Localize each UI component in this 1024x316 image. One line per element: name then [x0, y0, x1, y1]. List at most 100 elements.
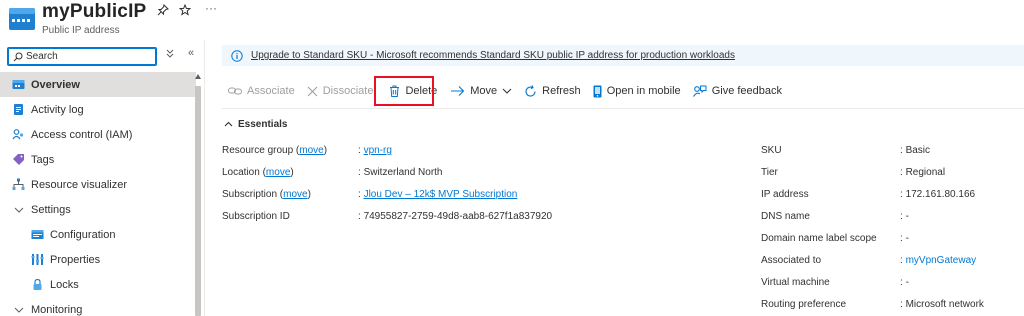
essentials-label: Location — [222, 167, 260, 178]
sidebar-item-label: Resource visualizer — [31, 178, 127, 191]
collapse-sidebar-button[interactable]: « — [188, 47, 194, 59]
scroll-up-arrow-icon[interactable] — [195, 74, 201, 79]
sidebar-item-activity-log[interactable]: Activity log — [0, 97, 196, 122]
search-icon — [13, 52, 23, 61]
upgrade-sku-link[interactable]: Upgrade to Standard SKU - Microsoft reco… — [251, 50, 735, 61]
essentials-toggle[interactable]: Essentials — [224, 119, 287, 130]
move-location-link[interactable]: move — [266, 167, 290, 178]
value-text: - — [905, 211, 909, 222]
mobile-icon — [593, 85, 602, 97]
routing-preference-value: : Microsoft network — [900, 299, 984, 310]
essentials-value-subscription-id: : 74955827-2759-49d8-aab8-627f1a837920 — [358, 211, 553, 222]
refresh-button[interactable]: Refresh — [518, 78, 587, 104]
essentials-value-resource-group: : vpn-rg — [358, 145, 392, 156]
essentials-label: Virtual machine — [761, 277, 830, 288]
sidebar-item-label: Activity log — [31, 103, 84, 116]
open-in-mobile-label: Open in mobile — [606, 85, 681, 97]
essentials-label: DNS name — [761, 211, 810, 222]
sidebar-item-overview[interactable]: Overview — [0, 72, 196, 97]
delete-highlight-box — [374, 76, 434, 106]
essentials-label: Routing preference — [761, 299, 847, 310]
info-icon — [231, 49, 243, 62]
move-button[interactable]: Move — [445, 78, 518, 104]
give-feedback-button[interactable]: Give feedback — [687, 78, 788, 104]
configuration-icon — [31, 228, 44, 241]
public-ip-resource-icon — [8, 5, 36, 33]
dissociate-button[interactable]: Dissociate — [301, 78, 380, 104]
refresh-icon — [525, 84, 536, 97]
sku-value: : Basic — [900, 145, 931, 156]
sidebar-group-monitoring[interactable]: Monitoring — [0, 297, 196, 316]
value-text: Regional — [905, 167, 946, 178]
move-label: Move — [470, 85, 498, 97]
essentials-label: Subscription — [222, 189, 278, 200]
page-subtitle: Public IP address — [42, 25, 120, 36]
essentials-label: Subscription ID — [222, 211, 290, 222]
activity-log-icon — [12, 103, 25, 116]
sidebar-item-label: Access control (IAM) — [31, 128, 133, 141]
sidebar-item-label: Tags — [31, 153, 55, 166]
link-icon — [228, 87, 242, 95]
associate-button[interactable]: Associate — [222, 78, 301, 104]
ip-address-value: : 172.161.80.166 — [900, 189, 976, 200]
lock-icon — [31, 278, 44, 291]
sidebar-item-label: Properties — [50, 253, 101, 266]
sidebar-item-configuration[interactable]: Configuration — [0, 222, 196, 247]
feedback-icon — [692, 85, 707, 97]
chevron-down-icon — [502, 88, 512, 94]
sidebar-divider — [204, 40, 205, 316]
domain-label-scope-value: : - — [900, 233, 909, 244]
sidebar-item-label: Configuration — [50, 228, 116, 241]
search-box[interactable] — [7, 47, 157, 66]
search-input[interactable] — [26, 51, 146, 62]
sidebar-item-resource-visualizer[interactable]: Resource visualizer — [0, 172, 196, 197]
sidebar-item-locks[interactable]: Locks — [0, 272, 196, 297]
overview-icon — [12, 78, 25, 91]
essentials-row-resource-group: Resource group (move) — [222, 145, 328, 156]
sidebar-item-properties[interactable]: Properties — [0, 247, 196, 272]
chevron-up-icon — [224, 121, 233, 127]
access-control-icon — [12, 128, 25, 141]
scrollbar-thumb[interactable] — [195, 86, 201, 316]
more-actions-button[interactable]: ··· — [205, 1, 217, 15]
pin-icon[interactable] — [157, 4, 169, 16]
essentials-row-subscription: Subscription (move) — [222, 189, 311, 200]
essentials-label: Tier — [761, 167, 778, 178]
subscription-link[interactable]: Jlou Dev – 12k$ MVP Subscription — [364, 189, 518, 200]
associate-label: Associate — [247, 85, 295, 97]
sidebar-item-label: Overview — [31, 78, 80, 91]
associated-to-value: : myVpnGateway — [900, 255, 977, 266]
arrow-right-icon — [451, 86, 465, 96]
essentials-title: Essentials — [238, 119, 288, 130]
value-text: Basic — [905, 145, 931, 156]
sidebar-item-tags[interactable]: Tags — [0, 147, 196, 172]
open-in-mobile-button[interactable]: Open in mobile — [587, 78, 687, 104]
command-bar: Associate Dissociate Delete Move Refresh… — [222, 78, 788, 104]
sidebar-group-settings[interactable]: Settings — [0, 197, 196, 222]
move-resource-group-link[interactable]: move — [299, 145, 323, 156]
sidebar-nav: Overview Activity log Access control (IA… — [0, 72, 196, 316]
close-icon — [307, 86, 318, 96]
move-subscription-link[interactable]: move — [283, 189, 307, 200]
sidebar-item-label: Locks — [50, 278, 79, 291]
resource-group-link[interactable]: vpn-rg — [364, 145, 392, 156]
chevron-down-icon — [12, 203, 25, 216]
expand-sidebar-button[interactable] — [166, 49, 174, 62]
resource-visualizer-icon — [12, 178, 25, 191]
associated-to-link[interactable]: myVpnGateway — [906, 255, 977, 266]
properties-icon — [31, 253, 44, 266]
sidebar-item-access-control[interactable]: Access control (IAM) — [0, 122, 196, 147]
value-text: Microsoft network — [905, 299, 984, 310]
sidebar-item-label: Settings — [31, 203, 71, 216]
subscription-id-value: 74955827-2759-49d8-aab8-627f1a837920 — [363, 211, 553, 222]
location-value: Switzerland North — [363, 167, 443, 178]
value-text: - — [905, 233, 909, 244]
star-icon[interactable] — [179, 4, 191, 16]
double-chevron-down-icon — [166, 49, 174, 58]
sidebar-item-label: Monitoring — [31, 303, 83, 316]
essentials-row-subscription-id: Subscription ID — [222, 211, 290, 222]
value-text: - — [905, 277, 909, 288]
essentials-label: Domain name label scope — [761, 233, 877, 244]
sidebar-scrollbar[interactable] — [195, 72, 202, 316]
essentials-row-location: Location (move) — [222, 167, 294, 178]
